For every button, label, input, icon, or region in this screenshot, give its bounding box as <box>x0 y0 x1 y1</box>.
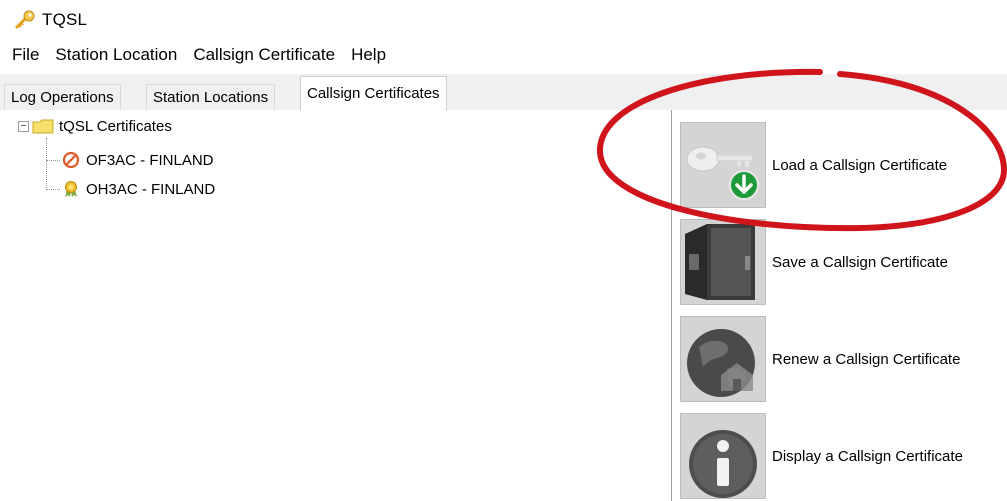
load-certificate-action[interactable]: Load a Callsign Certificate <box>680 122 947 208</box>
tree-item-label: OF3AC - FINLAND <box>86 151 214 169</box>
load-certificate-button[interactable] <box>680 122 766 208</box>
folder-icon <box>32 119 54 134</box>
menu-bar: File Station Location Callsign Certifica… <box>0 40 1007 70</box>
display-certificate-action[interactable]: Display a Callsign Certificate <box>680 413 963 499</box>
renew-certificate-button[interactable] <box>680 316 766 402</box>
save-certificate-button[interactable] <box>680 219 766 305</box>
prohibited-icon <box>62 151 80 169</box>
display-certificate-button[interactable] <box>680 413 766 499</box>
window-title: TQSL <box>42 10 88 29</box>
certificate-badge-icon <box>65 181 77 197</box>
tree-item-label: OH3AC - FINLAND <box>86 180 216 198</box>
display-certificate-label[interactable]: Display a Callsign Certificate <box>772 448 963 465</box>
safe-door-icon <box>685 224 755 300</box>
load-certificate-label[interactable]: Load a Callsign Certificate <box>772 157 947 174</box>
tree-root[interactable]: − tQSL Certificates <box>18 118 172 135</box>
menu-callsign-certificate[interactable]: Callsign Certificate <box>193 43 335 67</box>
tab-log-operations[interactable]: Log Operations <box>4 84 121 110</box>
menu-station-location[interactable]: Station Location <box>55 43 177 67</box>
collapse-icon[interactable]: − <box>18 121 29 132</box>
tree-connector <box>46 189 60 190</box>
menu-file[interactable]: File <box>12 43 39 67</box>
tree-item[interactable]: OF3AC - FINLAND <box>62 151 214 169</box>
tree-connector <box>46 160 60 161</box>
info-icon <box>689 430 757 498</box>
renew-certificate-label[interactable]: Renew a Callsign Certificate <box>772 351 960 368</box>
renew-certificate-action[interactable]: Renew a Callsign Certificate <box>680 316 960 402</box>
title-bar: TQSL <box>0 0 1007 38</box>
tree-connector <box>46 138 47 190</box>
key-download-icon <box>686 146 759 200</box>
tab-strip: Log Operations Station Locations Callsig… <box>0 74 1007 111</box>
save-certificate-label[interactable]: Save a Callsign Certificate <box>772 254 948 271</box>
tree-root-label: tQSL Certificates <box>59 118 172 135</box>
panel-divider <box>671 110 672 501</box>
content-area: − tQSL Certificates OF3AC - FINLAND OH3A… <box>0 110 1007 501</box>
tab-station-locations[interactable]: Station Locations <box>146 84 276 110</box>
tab-callsign-certificates[interactable]: Callsign Certificates <box>300 76 447 111</box>
menu-help[interactable]: Help <box>351 43 386 67</box>
save-certificate-action[interactable]: Save a Callsign Certificate <box>680 219 948 305</box>
tree-item[interactable]: OH3AC - FINLAND <box>62 180 215 198</box>
key-app-icon <box>14 10 35 30</box>
globe-home-icon <box>687 329 755 397</box>
